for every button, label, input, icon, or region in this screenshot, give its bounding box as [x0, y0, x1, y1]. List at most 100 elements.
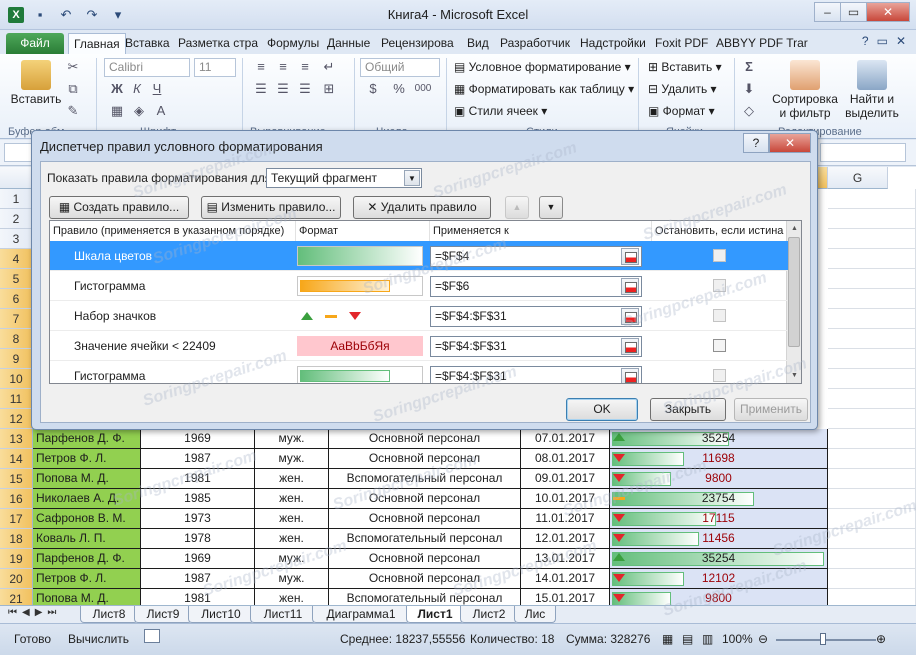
close-workbook-icon[interactable]: ✕ — [896, 34, 906, 48]
row-header-4[interactable]: 4 — [0, 249, 33, 269]
range-select-icon[interactable] — [621, 368, 639, 383]
cell-g18[interactable] — [828, 529, 916, 549]
stop-if-true-checkbox[interactable] — [713, 339, 726, 352]
cell-sex[interactable]: жен. — [255, 509, 329, 529]
ok-button[interactable]: OK — [566, 398, 638, 421]
cell-g6[interactable] — [828, 289, 916, 309]
cell-g4[interactable] — [828, 249, 916, 269]
zoom-out-icon[interactable]: ⊖ — [758, 632, 768, 646]
cell-value[interactable]: 35254 — [610, 549, 828, 569]
scroll-down-icon[interactable]: ▼ — [787, 368, 801, 383]
edit-rule-button[interactable]: ▤ Изменить правило... — [201, 196, 341, 219]
align-top-icon[interactable]: ≡ — [252, 58, 270, 76]
rule-applies-to-input[interactable]: =$F$4:$F$31 — [430, 306, 642, 327]
sort-filter-button[interactable]: Сортировка и фильтр — [770, 60, 840, 120]
sheet-tab-5[interactable]: Лист1 — [406, 606, 464, 623]
cell-sex[interactable]: жен. — [255, 589, 329, 605]
range-select-icon[interactable] — [621, 338, 639, 355]
apply-button[interactable]: Применить — [734, 398, 808, 421]
sheet-tab-7[interactable]: Лис — [514, 606, 556, 623]
cell-staff[interactable]: Основной персонал — [329, 509, 521, 529]
cell-value[interactable]: 9800 — [610, 469, 828, 489]
font-size-combo[interactable]: 11 — [194, 58, 236, 77]
row-header-10[interactable]: 10 — [0, 369, 33, 389]
row-header-17[interactable]: 17 — [0, 509, 33, 529]
tab-3[interactable]: Разметка стра — [173, 33, 263, 54]
row-header-3[interactable]: 3 — [0, 229, 33, 249]
cell-year[interactable]: 1987 — [141, 569, 255, 589]
tab-7[interactable]: Вид — [462, 33, 494, 54]
dialog-help-button[interactable]: ? — [743, 133, 769, 153]
currency-icon[interactable]: $ — [364, 80, 382, 98]
chevron-down-icon[interactable]: ▼ — [404, 170, 420, 186]
prev-sheet-icon[interactable]: ◀ — [22, 607, 30, 618]
maximize-button[interactable]: ▭ — [840, 2, 867, 22]
cell-g12[interactable] — [828, 409, 916, 429]
column-header-corner[interactable] — [0, 167, 33, 189]
cell-g16[interactable] — [828, 489, 916, 509]
tab-6[interactable]: Рецензирова — [376, 33, 459, 54]
row-header-7[interactable]: 7 — [0, 309, 33, 329]
tab-9[interactable]: Надстройки — [575, 33, 651, 54]
cell-g19[interactable] — [828, 549, 916, 569]
page-layout-icon[interactable]: ▤ — [682, 632, 693, 646]
cell-date[interactable]: 14.01.2017 — [521, 569, 610, 589]
percent-button[interactable]: % — [390, 80, 408, 98]
find-select-button[interactable]: Найти и выделить — [842, 60, 902, 120]
delete-cells-button[interactable]: ⊟ Удалить ▾ — [648, 82, 717, 96]
tab-11[interactable]: ABBYY PDF Trar — [711, 33, 813, 54]
cell-date[interactable]: 09.01.2017 — [521, 469, 610, 489]
cell-staff[interactable]: Основной персонал — [329, 429, 521, 449]
cell-date[interactable]: 12.01.2017 — [521, 529, 610, 549]
dialog-close-button[interactable]: ✕ — [769, 133, 811, 153]
close-button[interactable]: ✕ — [866, 2, 910, 22]
rule-row[interactable]: Гистограмма =$F$4:$F$31 — [50, 361, 788, 383]
bold-button[interactable]: Ж — [108, 80, 126, 98]
cell-name[interactable]: Парфенов Д. Ф. — [33, 549, 141, 569]
row-header-14[interactable]: 14 — [0, 449, 33, 469]
tab-1[interactable]: Главная — [68, 33, 126, 54]
help-icon[interactable]: ? — [862, 34, 869, 48]
autosum-button[interactable]: Σ — [740, 58, 758, 76]
format-as-table-button[interactable]: ▦ Форматировать как таблицу ▾ — [454, 82, 634, 96]
row-header-18[interactable]: 18 — [0, 529, 33, 549]
row-header-6[interactable]: 6 — [0, 289, 33, 309]
sheet-tab-0[interactable]: Лист8 — [80, 606, 138, 623]
formula-input[interactable] — [820, 143, 906, 162]
cell-sex[interactable]: муж. — [255, 449, 329, 469]
italic-button[interactable]: К — [128, 80, 146, 98]
cell-styles-button[interactable]: ▣ Стили ячеек ▾ — [454, 104, 547, 118]
align-middle-icon[interactable]: ≡ — [274, 58, 292, 76]
cell-value[interactable]: 12102 — [610, 569, 828, 589]
last-sheet-icon[interactable]: ⏭ — [47, 607, 56, 618]
tab-10[interactable]: Foxit PDF — [650, 33, 713, 54]
format-cells-button[interactable]: ▣ Формат ▾ — [648, 104, 715, 118]
row-header-19[interactable]: 19 — [0, 549, 33, 569]
cut-icon[interactable]: ✂ — [64, 58, 82, 76]
cell-year[interactable]: 1985 — [141, 489, 255, 509]
cell-value[interactable]: 11456 — [610, 529, 828, 549]
range-select-icon[interactable] — [621, 308, 639, 325]
cell-sex[interactable]: муж. — [255, 549, 329, 569]
copy-icon[interactable]: ⧉ — [64, 80, 82, 98]
cell-staff[interactable]: Основной персонал — [329, 549, 521, 569]
tab-5[interactable]: Данные — [322, 33, 375, 54]
cell-year[interactable]: 1973 — [141, 509, 255, 529]
cell-name[interactable]: Попова М. Д. — [33, 469, 141, 489]
cell-g7[interactable] — [828, 309, 916, 329]
cell-name[interactable]: Николаев А. Д. — [33, 489, 141, 509]
cell-date[interactable]: 08.01.2017 — [521, 449, 610, 469]
cell-value[interactable]: 17115 — [610, 509, 828, 529]
cell-name[interactable]: Парфенов Д. Ф. — [33, 429, 141, 449]
cell-year[interactable]: 1987 — [141, 449, 255, 469]
cell-value[interactable]: 11698 — [610, 449, 828, 469]
borders-icon[interactable]: ▦ — [108, 102, 126, 120]
stop-if-true-checkbox[interactable] — [713, 249, 726, 262]
align-right-icon[interactable]: ☰ — [296, 80, 314, 98]
zoom-level[interactable]: 100% — [722, 632, 753, 646]
paste-button[interactable]: Вставить — [8, 60, 64, 106]
tab-2[interactable]: Вставка — [120, 33, 175, 54]
cell-year[interactable]: 1981 — [141, 589, 255, 605]
zoom-slider-thumb[interactable] — [820, 633, 826, 645]
cell-date[interactable]: 10.01.2017 — [521, 489, 610, 509]
